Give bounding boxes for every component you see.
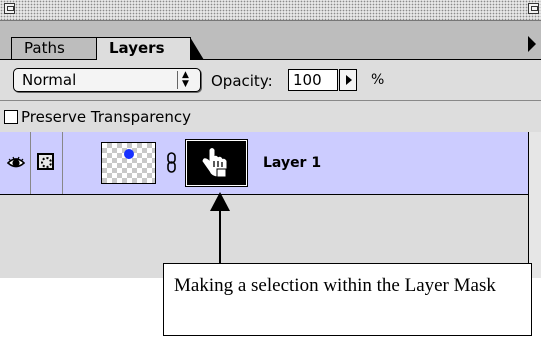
annotation-caption: Making a selection within the Layer Mask <box>163 263 532 336</box>
tab-layers-label: Layers <box>109 39 165 57</box>
tab-layers[interactable]: Layers <box>96 37 204 60</box>
